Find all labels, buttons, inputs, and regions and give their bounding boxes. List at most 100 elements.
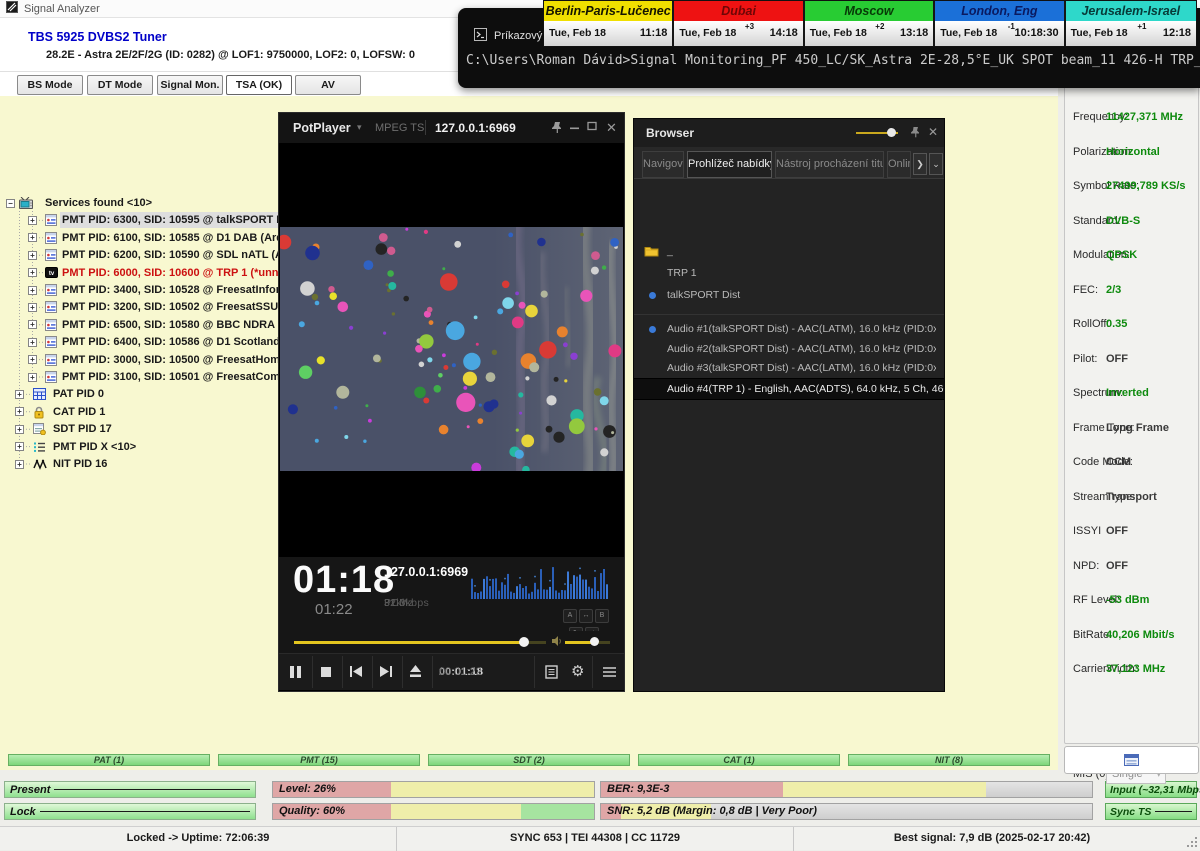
expand-toggle-icon[interactable]: + — [28, 216, 37, 225]
sync-ts-button[interactable]: Sync TS — [1105, 803, 1197, 820]
expand-toggle-icon[interactable]: + — [28, 251, 37, 260]
expand-toggle-icon[interactable]: + — [15, 460, 24, 469]
tab-scroll-right-icon[interactable]: ❯ — [913, 153, 927, 175]
param-value: Horizontal — [1106, 146, 1160, 158]
expand-toggle-icon[interactable]: + — [28, 233, 37, 242]
tab-bs-mode[interactable]: BS Mode — [17, 75, 83, 95]
browser-titlebar[interactable]: Browser ✕ — [634, 119, 944, 147]
expand-toggle-icon[interactable]: + — [28, 355, 37, 364]
expand-toggle-icon[interactable]: + — [15, 442, 24, 451]
audio-track-item-1[interactable]: Audio #1(talkSPORT Dist) - AAC(LATM), 16… — [634, 319, 936, 339]
param-value: QPSK — [1106, 249, 1137, 261]
tree-root-services[interactable]: −Services found <10> — [0, 195, 280, 211]
seek-thumb[interactable] — [519, 637, 529, 647]
expand-toggle-icon[interactable]: + — [15, 390, 24, 399]
clock-date: Tue, Feb 18 — [940, 27, 997, 39]
snr-label: SNR: 5,2 dB (Margin: 0,8 dB | Very Poor) — [607, 805, 817, 817]
expand-toggle-icon[interactable]: + — [28, 373, 37, 382]
video-frame — [280, 227, 623, 471]
expand-toggle-icon[interactable]: + — [28, 338, 37, 347]
tree-item-label: PMT PID X <10> — [51, 439, 138, 455]
ab-repeat-b-icon[interactable]: B — [595, 609, 609, 623]
audio-spectrum — [471, 563, 613, 603]
param-label: ISSYI — [1073, 525, 1101, 537]
expand-toggle-icon[interactable]: + — [28, 320, 37, 329]
status-best-signal: Best signal: 7,9 dB (2025-02-17 20:42) — [794, 827, 1190, 851]
tree-item-sdt[interactable]: +SDT PID 17 — [0, 421, 280, 437]
param-value: -53 dBm — [1106, 594, 1149, 606]
audio-track-item-4[interactable]: Audio #4(TRP 1) - English, AAC(ADTS), 64… — [634, 378, 944, 400]
volume-thumb[interactable] — [590, 637, 599, 646]
expand-toggle-icon[interactable]: + — [15, 407, 24, 416]
browser-tab-2[interactable]: Prohlížeč nabídky — [687, 151, 772, 178]
tree-item-service-3[interactable]: +tvPMT PID: 6000, SID: 10600 @ TRP 1 (*u… — [0, 265, 280, 281]
seek-bar-progress[interactable] — [294, 641, 524, 644]
close-icon[interactable]: ✕ — [606, 120, 617, 136]
tab-signal-mon-[interactable]: Signal Mon. — [157, 75, 223, 95]
tree-item-service-4[interactable]: +PMT PID: 3400, SID: 10528 @ FreesatInfo… — [0, 282, 280, 298]
tree-item-service-0[interactable]: +PMT PID: 6300, SID: 10595 @ talkSPORT D… — [0, 212, 280, 228]
swap-icon[interactable]: ↔ — [579, 609, 593, 623]
param-label: Pilot: — [1073, 353, 1097, 365]
settings-gear-icon[interactable]: ⚙ — [571, 662, 584, 680]
potplayer-titlebar[interactable]: PotPlayer ▾ MPEG TS 127.0.0.1:6969 ✕ — [279, 113, 624, 143]
file-label: TRP 1 — [667, 263, 697, 283]
audio-track-label: Audio #2(talkSPORT Dist) - AAC(LATM), 16… — [667, 339, 936, 359]
param-value: DVB-S — [1106, 215, 1140, 227]
ab-repeat-a-icon[interactable]: A — [563, 609, 577, 623]
file-list-item[interactable]: _ — [634, 241, 936, 261]
tree-item-service-7[interactable]: +PMT PID: 6400, SID: 10586 @ D1 Scotland… — [0, 334, 280, 350]
expand-toggle-icon[interactable]: + — [28, 303, 37, 312]
opacity-slider-thumb[interactable] — [887, 128, 896, 137]
clock-time: 12:18 — [1163, 27, 1191, 39]
audio-track-label: Audio #4(TRP 1) - English, AAC(ADTS), 64… — [667, 379, 944, 399]
tree-item-service-5[interactable]: +PMT PID: 3200, SID: 10502 @ FreesatSSU … — [0, 299, 280, 315]
tree-item-label: PMT PID: 6100, SID: 10585 @ D1 DAB (Arqi… — [60, 230, 304, 246]
tab-dt-mode[interactable]: DT Mode — [87, 75, 153, 95]
tree-item-service-1[interactable]: +PMT PID: 6100, SID: 10585 @ D1 DAB (Arq… — [0, 230, 280, 246]
expand-toggle-icon[interactable]: + — [15, 425, 24, 434]
expand-toggle-icon[interactable]: + — [28, 268, 37, 277]
tree-item-pat[interactable]: +PAT PID 0 — [0, 386, 280, 402]
tree-item-service-6[interactable]: +PMT PID: 6500, SID: 10580 @ BBC NDRA (A… — [0, 317, 280, 333]
tree-item-service-8[interactable]: +PMT PID: 3000, SID: 10500 @ FreesatHome… — [0, 352, 280, 368]
browser-tab-1[interactable]: Navigovat — [642, 151, 684, 178]
tree-item-label: PMT PID: 6200, SID: 10590 @ SDL nATL (Ar… — [60, 247, 315, 263]
resize-grip[interactable] — [1186, 836, 1198, 848]
tab-av-stopped-[interactable]: AV (Stopped) — [295, 75, 361, 95]
browser-tab-3[interactable]: Nástroj procházení titulků — [775, 151, 884, 178]
browser-content: _TRP 1talkSPORT Dist Audio #1(talkSPORT D… — [634, 179, 944, 690]
ts-window-icon — [1123, 753, 1140, 767]
clock-time: 10:18:30 — [1015, 27, 1059, 39]
status-counters: SYNC 653 | TEI 44308 | CC 11729 — [397, 827, 794, 851]
browser-tab-4[interactable]: Onlin — [887, 151, 911, 178]
file-label: _ — [667, 241, 673, 261]
tab-list-dropdown-icon[interactable]: ⌄ — [929, 153, 943, 175]
tab-tsa-ok-[interactable]: TSA (OK) — [226, 75, 292, 95]
terminal-command-line[interactable]: C:\Users\Roman Dávid>Signal Monitoring_P… — [466, 53, 1200, 68]
param-value: CCM — [1106, 456, 1131, 468]
tree-item-cat[interactable]: +CAT PID 1 — [0, 404, 280, 420]
tree-item-service-2[interactable]: +PMT PID: 6200, SID: 10590 @ SDL nATL (A… — [0, 247, 280, 263]
clock-body: Tue, Feb 18+314:18 — [674, 21, 802, 46]
sync-label: Sync TS — [1110, 806, 1151, 818]
expand-toggle-icon[interactable]: − — [6, 199, 15, 208]
param-value: 40,206 Mbit/s — [1106, 629, 1174, 641]
world-clocks: Berlin-Paris-LučenecTue, Feb 1811:18Duba… — [543, 0, 1197, 47]
close-icon[interactable]: ✕ — [928, 125, 938, 139]
tree-item-nit[interactable]: +NIT PID 16 — [0, 456, 280, 472]
audio-track-item-2[interactable]: Audio #2(talkSPORT Dist) - AAC(LATM), 16… — [634, 339, 936, 359]
tree-item-pmt[interactable]: + PMT PID X <10> — [0, 439, 280, 455]
clock-3: MoscowTue, Feb 18+213:18 — [805, 1, 935, 46]
app-icon — [6, 0, 18, 18]
potplayer-logo[interactable]: PotPlayer — [293, 121, 351, 135]
param-value: 27499,789 KS/s — [1106, 180, 1186, 192]
file-list-item[interactable]: TRP 1 — [634, 263, 936, 283]
nit-antenna-icon — [33, 458, 47, 475]
psi-bar-cat: CAT (1) — [638, 754, 840, 766]
audio-track-item-3[interactable]: Audio #3(talkSPORT Dist) - AAC(LATM), 16… — [634, 358, 936, 378]
ts-dialog-button[interactable] — [1064, 746, 1199, 774]
expand-toggle-icon[interactable]: + — [28, 286, 37, 295]
file-list-item[interactable]: talkSPORT Dist — [634, 285, 936, 305]
tree-item-service-9[interactable]: +PMT PID: 3100, SID: 10501 @ FreesatComm… — [0, 369, 280, 385]
